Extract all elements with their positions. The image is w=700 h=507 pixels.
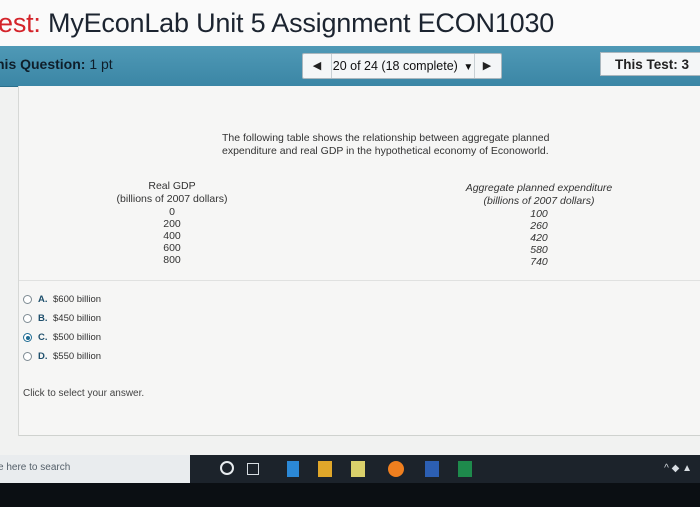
planned-expenditure-header: Aggregate planned expenditure — [465, 182, 613, 194]
chrome-icon[interactable] — [388, 461, 404, 477]
browser-screen: est: MyEconLab Unit 5 Assignment ECON103… — [0, 0, 700, 455]
radio-button-selected[interactable] — [23, 333, 32, 342]
table-cell: 200 — [163, 218, 181, 230]
previous-question-button[interactable]: ◀ — [307, 54, 327, 78]
triangle-left-icon: ◀ — [312, 60, 322, 72]
table-cell: 800 — [163, 254, 181, 266]
task-view-icon[interactable] — [247, 463, 259, 475]
question-points: nis Question: 1 pt — [0, 56, 113, 72]
question-bar: nis Question: 1 pt ◀ 20 of 24 (18 comple… — [0, 46, 700, 87]
real-gdp-header: Real GDP — [148, 180, 196, 192]
question-intro: The following table shows the relationsh… — [222, 132, 550, 157]
page-title: est: MyEconLab Unit 5 Assignment ECON103… — [0, 8, 555, 38]
system-tray[interactable]: ^ ◆ ▲ — [664, 463, 692, 474]
radio-button[interactable] — [23, 314, 32, 323]
edge-icon[interactable] — [287, 461, 299, 477]
planned-expenditure-units: (billions of 2007 dollars) — [483, 195, 595, 207]
question-select-dropdown[interactable]: 20 of 24 (18 complete) ▼ — [331, 54, 475, 78]
table-cell: 260 — [530, 220, 548, 232]
planned-expenditure-column: Aggregate planned expenditure (billions … — [459, 182, 619, 268]
excel-icon[interactable] — [458, 461, 472, 477]
triangle-down-icon: ▼ — [463, 62, 474, 73]
answer-hint: Click to select your answer. — [23, 388, 145, 399]
radio-button[interactable] — [23, 295, 32, 304]
question-navigator: ◀ 20 of 24 (18 complete) ▼ ▶ — [302, 53, 502, 79]
word-icon[interactable] — [425, 461, 439, 477]
table-cell: 400 — [163, 230, 181, 242]
real-gdp-units: (billions of 2007 dollars) — [116, 193, 228, 205]
cortana-icon[interactable] — [220, 461, 234, 475]
store-icon[interactable] — [351, 461, 365, 477]
file-explorer-icon[interactable] — [318, 461, 332, 477]
table-cell: 0 — [169, 206, 175, 218]
table-cell: 580 — [530, 244, 548, 256]
section-divider — [19, 280, 700, 281]
this-test-summary: This Test: 3 — [600, 52, 700, 76]
title-bar: est: MyEconLab Unit 5 Assignment ECON103… — [0, 0, 700, 46]
table-cell: 100 — [530, 208, 548, 220]
real-gdp-column: Real GDP (billions of 2007 dollars) 0 20… — [107, 180, 237, 266]
taskbar-search-box[interactable]: e here to search — [0, 455, 190, 483]
taskbar: e here to search ^ ◆ ▲ — [0, 455, 700, 483]
table-cell: 600 — [163, 242, 181, 254]
next-question-button[interactable]: ▶ — [477, 54, 497, 78]
table-cell: 420 — [530, 232, 548, 244]
question-content: The following table shows the relationsh… — [18, 86, 700, 436]
triangle-right-icon: ▶ — [482, 60, 492, 72]
radio-button[interactable] — [23, 352, 32, 361]
table-cell: 740 — [530, 256, 548, 268]
content-bottom-border — [19, 435, 700, 436]
monitor-bezel — [0, 483, 700, 507]
